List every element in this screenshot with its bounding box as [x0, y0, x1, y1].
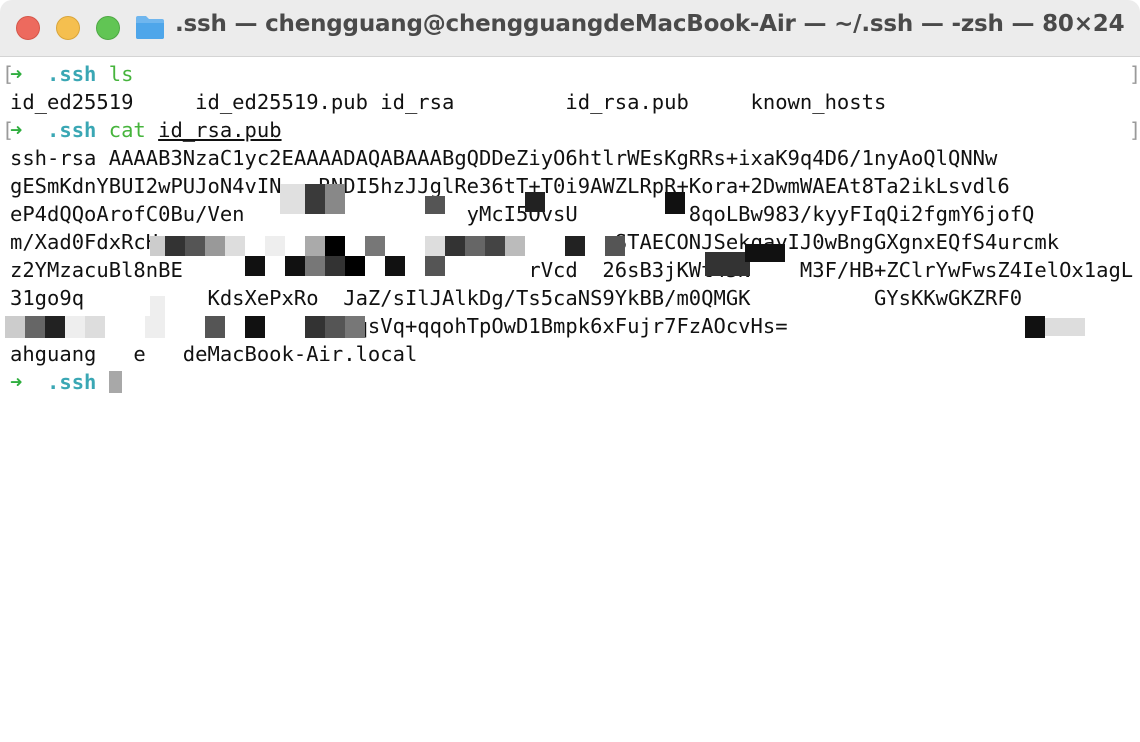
title-bar[interactable]: .ssh — chengguang@chengguangdeMacBook-Ai… [0, 0, 1140, 57]
key-line: gESmKdnYBUI2wPUJoN4vIN RNDI5hzJJglRe36tT… [10, 174, 1010, 198]
text-cursor [108, 371, 122, 393]
prompt-arrow: ➜ [10, 62, 23, 86]
folder-icon [136, 16, 164, 39]
prompt-line: ➜ .ssh ls [10, 60, 133, 88]
terminal-output[interactable]: [ ] ➜ .ssh ls id_ed25519 id_ed25519.pub … [0, 57, 1140, 742]
mark-bracket: ] [1129, 62, 1140, 86]
prompt-dir: .ssh [47, 62, 97, 86]
key-line: ahguang e deMacBook-Air.local [10, 342, 418, 366]
prompt-line[interactable]: ➜ .ssh [10, 368, 122, 396]
key-line: ssh-rsa AAAAB3NzaC1yc2EAAAADAQABAAABgQDD… [10, 146, 998, 170]
prompt-line: ➜ .ssh cat id_rsa.pub [10, 116, 282, 144]
minimize-button[interactable] [56, 16, 80, 40]
prompt-dir: .ssh [47, 118, 97, 142]
key-line: eP4dQQoArofC0Bu/Ven yMcI5OvsU 8qoLBw983/… [10, 202, 1035, 226]
prompt-arrow: ➜ [10, 118, 23, 142]
terminal-window: .ssh — chengguang@chengguangdeMacBook-Ai… [0, 0, 1140, 742]
mark-bracket: ] [1129, 118, 1140, 142]
key-line: 31go9q KdsXePxRo JaZ/sIlJAlkDg/Ts5caNS9Y… [10, 286, 1023, 310]
key-line: /yZSqsVq+qqohTpOwD1Bmpk6xFujr7FzAOcvHs= [10, 314, 788, 338]
command-argument: id_rsa.pub [158, 118, 282, 142]
key-line: m/Xad0FdxRcH STAECONJSekqayIJ0wBngGXgnxE… [10, 230, 1060, 254]
command: cat [108, 118, 146, 142]
zoom-button[interactable] [96, 16, 120, 40]
key-line: z2YMzacuBl8nBE rVcd 26sB3jKWt45N M3F/HB+… [10, 258, 1134, 282]
close-button[interactable] [16, 16, 40, 40]
command: ls [108, 62, 134, 86]
window-title: .ssh — chengguang@chengguangdeMacBook-Ai… [175, 11, 1125, 37]
prompt-arrow: ➜ [10, 370, 23, 394]
ls-output: id_ed25519 id_ed25519.pub id_rsa id_rsa.… [10, 90, 887, 114]
prompt-dir: .ssh [47, 370, 97, 394]
